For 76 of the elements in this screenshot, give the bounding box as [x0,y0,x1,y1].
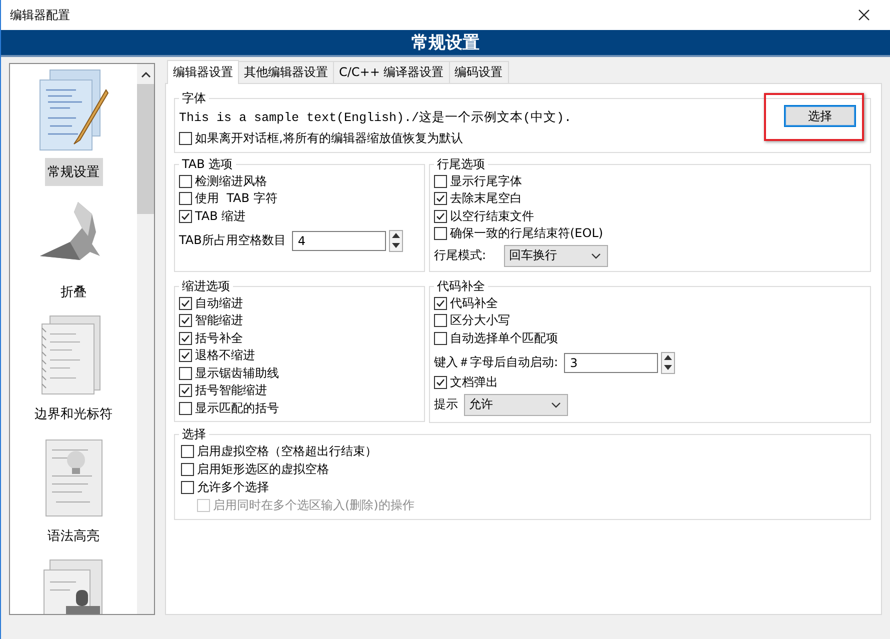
checkbox-label[interactable]: 以空行结束文件 [450,208,534,225]
checkbox-label[interactable]: 自动缩进 [195,294,243,312]
checkbox[interactable] [179,192,192,206]
checkbox[interactable] [179,210,192,223]
checkbox-label[interactable]: 括号补全 [195,330,243,347]
sidebar-item[interactable]: 语法高亮 [44,526,102,546]
checkbox-label[interactable]: 确保一致的行尾结束符(EOL) [450,225,604,242]
field-label: 行尾模式: [434,247,486,264]
checkbox[interactable] [179,366,192,380]
spin-buttons[interactable] [661,352,676,374]
checkbox[interactable] [181,445,194,458]
checkbox-label[interactable]: 允许多个选择 [197,479,269,496]
number-field[interactable]: 3 [564,352,658,372]
checkbox[interactable] [434,227,447,240]
banner-title: 常规设置 [412,32,480,54]
spin-buttons[interactable] [388,230,403,252]
sidebar-item[interactable]: 常规设置 [44,158,102,186]
checkbox-label[interactable]: 文档弹出 [450,374,498,392]
checkbox-label[interactable]: 括号智能缩进 [195,382,267,400]
checkbox[interactable] [434,174,447,188]
group-title: TAB 选项 [181,156,234,172]
tab[interactable]: 编码设置 [448,61,509,83]
sample-text: This is a sample text(English)./这是一个示例文本(中文). [179,110,572,126]
checkbox[interactable] [179,132,192,146]
checkbox[interactable] [434,376,447,390]
checkbox-label[interactable]: 检测缩进风格 [195,172,267,190]
checkbox-label[interactable]: 显示锯齿辅助线 [195,364,279,382]
tab[interactable]: 编辑器设置 [167,60,239,84]
window-title: 编辑器配置 [10,6,70,24]
scroll-up-icon[interactable] [140,72,150,78]
sidebar-item[interactable]: 折叠 [58,282,90,302]
checkbox[interactable] [179,174,192,188]
checkbox-label[interactable]: 代码补全 [450,294,498,312]
checkbox-label[interactable]: 退格不缩进 [195,347,255,364]
checkbox[interactable] [179,402,192,415]
checkbox[interactable] [181,463,194,476]
checkbox-label[interactable]: 显示匹配的括号 [195,400,279,417]
checkbox[interactable] [181,481,194,494]
group-title: 字体 [181,90,207,107]
choose-button[interactable]: 选择 [784,105,856,127]
checkbox[interactable] [434,210,447,223]
number-field[interactable]: 4 [292,230,386,250]
checkbox[interactable] [179,384,192,398]
scroll-thumb[interactable] [137,84,154,214]
group-title: 选择 [181,426,207,442]
checkbox[interactable] [179,314,192,328]
group-title: 缩进选项 [181,278,231,294]
checkbox-label[interactable]: 自动选择单个匹配项 [450,330,558,347]
field-label: TAB所占用空格数目 [179,232,286,249]
checkbox[interactable] [179,296,192,310]
sidebar-item[interactable]: 边界和光标符 [32,404,116,424]
checkbox-label[interactable]: 显示行尾字体 [450,172,522,190]
checkbox-label[interactable]: 去除末尾空白 [450,190,522,208]
field-label: 键入＃字母后自动启动: [434,354,558,371]
checkbox-label[interactable]: 区分大小写 [450,312,510,330]
checkbox-label[interactable]: 使用 TAB 字符 [195,190,278,208]
field-label: 提示 [434,396,458,413]
checkbox-label[interactable]: 启用虚拟空格（空格超出行结束） [197,443,377,460]
checkbox[interactable] [179,332,192,345]
caret-icon [591,252,602,258]
checkbox-label[interactable]: 如果离开对话框,将所有的编辑器缩放值恢复为默认 [195,130,463,148]
dropdown[interactable]: 回车换行 [504,244,608,266]
dropdown[interactable]: 允许 [464,394,568,416]
checkbox-label[interactable]: 智能缩进 [195,312,243,330]
close-icon[interactable] [858,9,870,21]
group-title: 行尾选项 [436,156,486,172]
checkbox-label[interactable]: 启用矩形选区的虚拟空格 [197,461,329,478]
caret-icon [551,402,561,408]
checkbox[interactable] [434,332,447,345]
checkbox[interactable] [179,349,192,362]
checkbox[interactable] [434,192,447,206]
checkbox[interactable] [434,314,447,328]
group-title: 代码补全 [436,278,486,294]
checkbox-label[interactable]: TAB 缩进 [195,208,246,225]
scrollbar[interactable] [137,64,154,614]
checkbox[interactable] [434,296,447,310]
